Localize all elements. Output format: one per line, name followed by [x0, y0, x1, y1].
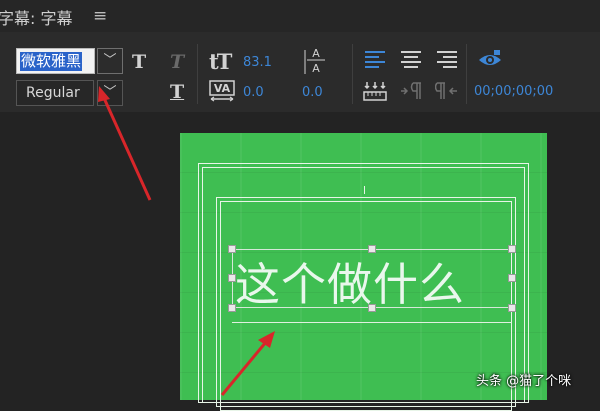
toolbar-divider — [466, 44, 467, 104]
font-size-value[interactable]: 83.1 — [243, 55, 272, 70]
center-marker — [364, 186, 365, 194]
align-left-icon[interactable] — [364, 49, 386, 69]
resize-handle-left[interactable] — [228, 274, 236, 282]
timecode-value[interactable]: 00;00;00;00 — [474, 84, 553, 99]
hamburger-menu-icon[interactable]: ≡ — [93, 6, 107, 26]
toolbar-divider — [197, 44, 198, 104]
resize-handle-bottom[interactable] — [368, 304, 376, 312]
font-size-icon[interactable]: tT — [209, 49, 232, 74]
chevron-down-icon: ﹀ — [103, 53, 117, 68]
resize-handle-top[interactable] — [368, 245, 376, 253]
resize-handle-top-left[interactable] — [228, 245, 236, 253]
toolbar-divider — [352, 44, 353, 104]
underline-icon[interactable]: T — [170, 81, 184, 103]
italic-icon[interactable]: T — [170, 51, 184, 73]
kerning-value[interactable]: 0.0 — [243, 85, 264, 100]
leading-value[interactable]: 0.0 — [302, 85, 323, 100]
font-style-dropdown[interactable]: ﹀ — [97, 80, 123, 106]
title-bar: 字幕: 字幕 ≡ — [0, 0, 600, 32]
watermark: 头条 @猫了个咪 — [476, 374, 572, 389]
font-family-field[interactable]: 微软雅黑 — [16, 48, 95, 74]
bold-icon[interactable]: T — [132, 51, 146, 73]
font-family-selected-text: 微软雅黑 — [20, 52, 83, 71]
resize-handle-bottom-right[interactable] — [508, 304, 516, 312]
eye-icon[interactable] — [478, 48, 502, 70]
font-style-field[interactable]: Regular — [16, 80, 94, 106]
svg-text:VA: VA — [214, 82, 231, 95]
align-center-icon[interactable] — [400, 49, 422, 69]
kerning-icon[interactable]: VA — [209, 80, 235, 102]
leading-icon[interactable]: A A — [301, 46, 331, 78]
caption-text[interactable]: 这个做什么 — [235, 248, 465, 313]
svg-text:A: A — [312, 62, 320, 75]
chevron-down-icon: ﹀ — [103, 85, 117, 100]
resize-handle-top-right[interactable] — [508, 245, 516, 253]
svg-text:A: A — [312, 47, 320, 60]
resize-handle-bottom-left[interactable] — [228, 304, 236, 312]
tab-stops-icon[interactable] — [363, 80, 387, 102]
ltr-paragraph-icon[interactable] — [399, 80, 423, 102]
rtl-paragraph-icon[interactable] — [435, 80, 459, 102]
font-family-dropdown[interactable]: ﹀ — [97, 48, 123, 74]
panel-title: 字幕: 字幕 — [0, 9, 73, 28]
align-right-icon[interactable] — [436, 49, 458, 69]
caption-baseline — [232, 322, 512, 323]
resize-handle-right[interactable] — [508, 274, 516, 282]
